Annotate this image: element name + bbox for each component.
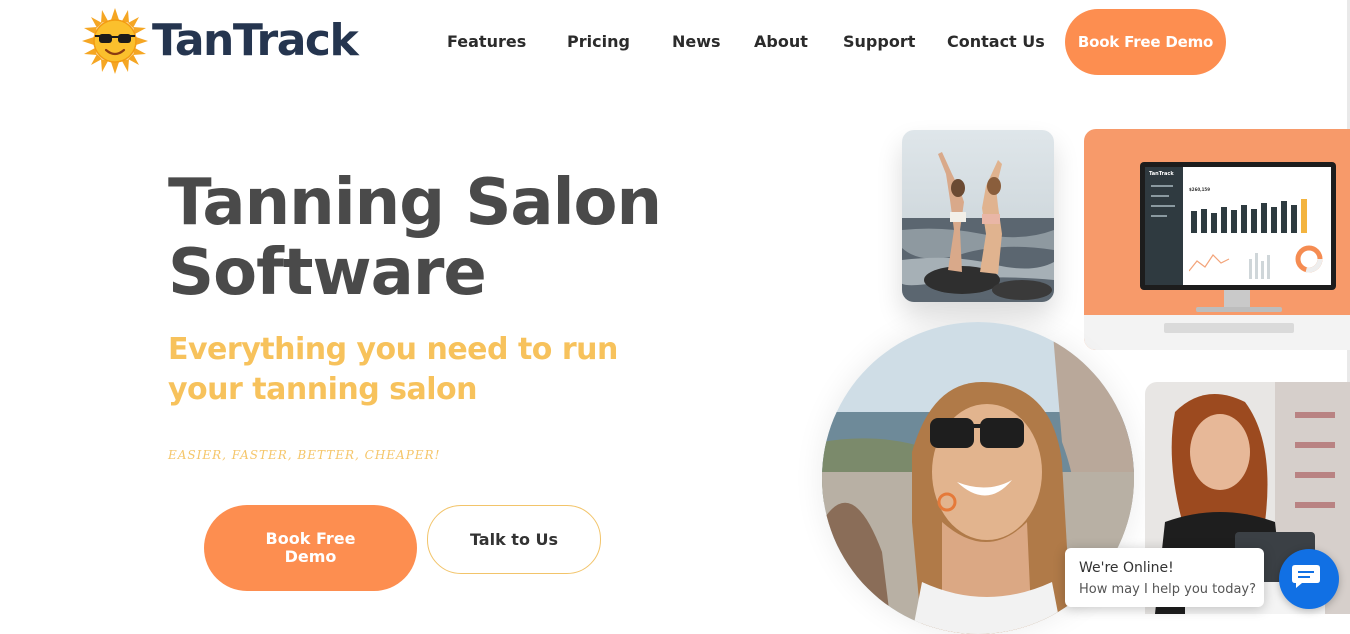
nav-features[interactable]: Features bbox=[447, 32, 526, 51]
monitor-screen: TanTrack $260,159 bbox=[1140, 162, 1336, 290]
beach-photo bbox=[902, 130, 1054, 302]
nav-news[interactable]: News bbox=[672, 32, 721, 51]
hero-tagline: EASIER, FASTER, BETTER, CHEAPER! bbox=[168, 448, 441, 462]
nav-pricing[interactable]: Pricing bbox=[567, 32, 630, 51]
brand-logo[interactable]: TanTrack bbox=[82, 8, 359, 74]
chat-popup[interactable]: We're Online! How may I help you today? bbox=[1065, 548, 1264, 607]
book-free-demo-button-header[interactable]: Book Free Demo bbox=[1065, 9, 1226, 75]
sun-sunglasses-logo-icon bbox=[82, 8, 148, 74]
nav-about[interactable]: About bbox=[754, 32, 808, 51]
talk-to-us-button[interactable]: Talk to Us bbox=[427, 505, 601, 574]
nav-support[interactable]: Support bbox=[843, 32, 915, 51]
book-free-demo-label: Book Free Demo bbox=[265, 529, 356, 566]
hero-title: Tanning Salon Software bbox=[168, 166, 662, 310]
chat-status: We're Online! bbox=[1079, 560, 1174, 576]
mockup-amount: $260,159 bbox=[1189, 187, 1211, 192]
chat-prompt: How may I help you today? bbox=[1079, 582, 1257, 597]
nav-contact-us[interactable]: Contact Us bbox=[947, 32, 1045, 51]
book-free-demo-button[interactable]: Book Free Demo bbox=[204, 505, 417, 591]
software-mockup: TanTrack $260,159 bbox=[1084, 129, 1350, 350]
hero-subtitle: Everything you need to run your tanning … bbox=[168, 332, 618, 407]
chat-launcher-button[interactable] bbox=[1279, 549, 1339, 609]
brand-name: TanTrack bbox=[152, 14, 359, 66]
chat-bubble-icon bbox=[1292, 563, 1326, 595]
mockup-app-name: TanTrack bbox=[1149, 171, 1174, 177]
